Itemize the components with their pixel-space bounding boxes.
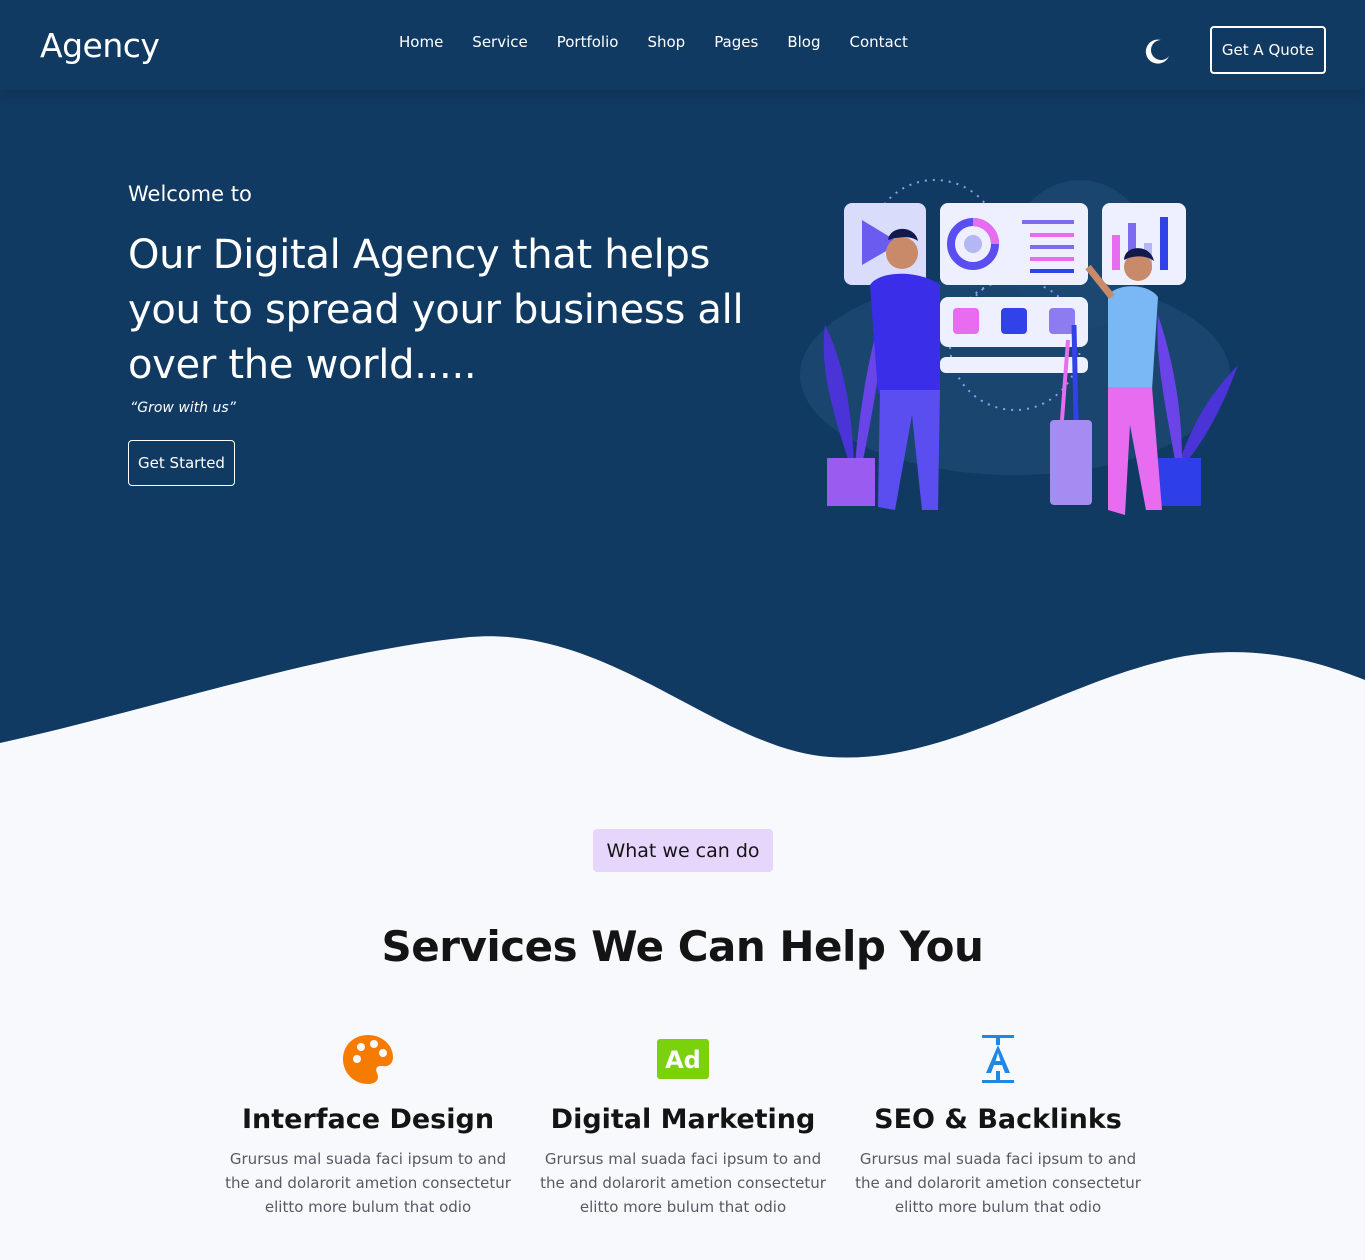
hero-tagline: “Grow with us” bbox=[130, 400, 236, 416]
ad-icon-text: Ad bbox=[665, 1046, 701, 1074]
services-title: Services We Can Help You bbox=[381, 922, 984, 971]
service-card-seo-backlinks: SEO & Backlinks Grursus mal suada faci i… bbox=[853, 1030, 1143, 1219]
nav-blog[interactable]: Blog bbox=[787, 33, 820, 51]
service-title: SEO & Backlinks bbox=[874, 1104, 1122, 1135]
services-badge: What we can do bbox=[593, 829, 773, 872]
nav-portfolio[interactable]: Portfolio bbox=[557, 33, 619, 51]
brand-logo[interactable]: Agency bbox=[40, 26, 160, 65]
service-description: Grursus mal suada faci ipsum to and the … bbox=[855, 1150, 1141, 1216]
nav-home[interactable]: Home bbox=[399, 33, 443, 51]
seo-text-icon bbox=[982, 1035, 1014, 1083]
hero-headline: Our Digital Agency that helps you to spr… bbox=[128, 232, 744, 388]
get-a-quote-button[interactable]: Get A Quote bbox=[1210, 26, 1326, 74]
service-card-digital-marketing: Ad Digital Marketing Grursus mal suada f… bbox=[538, 1030, 828, 1219]
top-navbar: Agency Home Service Portfolio Shop Pages… bbox=[0, 0, 1365, 90]
service-card-interface-design: Interface Design Grursus mal suada faci … bbox=[223, 1030, 513, 1219]
service-title: Digital Marketing bbox=[550, 1104, 816, 1135]
nav-service[interactable]: Service bbox=[472, 33, 527, 51]
service-description: Grursus mal suada faci ipsum to and the … bbox=[225, 1150, 511, 1216]
team-dashboard-illustration bbox=[800, 179, 1238, 515]
service-description: Grursus mal suada faci ipsum to and the … bbox=[540, 1150, 826, 1216]
moon-icon[interactable] bbox=[1141, 36, 1171, 66]
palette-icon bbox=[343, 1035, 393, 1084]
service-title: Interface Design bbox=[241, 1104, 495, 1135]
nav-shop[interactable]: Shop bbox=[647, 33, 685, 51]
nav-pages[interactable]: Pages bbox=[714, 33, 758, 51]
hero-wave-divider bbox=[0, 636, 1365, 780]
hero-welcome: Welcome to bbox=[128, 182, 252, 206]
ad-icon: Ad bbox=[657, 1039, 709, 1079]
main-menu: Home Service Portfolio Shop Pages Blog C… bbox=[399, 33, 937, 51]
nav-contact[interactable]: Contact bbox=[850, 33, 908, 51]
get-started-button[interactable]: Get Started bbox=[128, 440, 235, 486]
